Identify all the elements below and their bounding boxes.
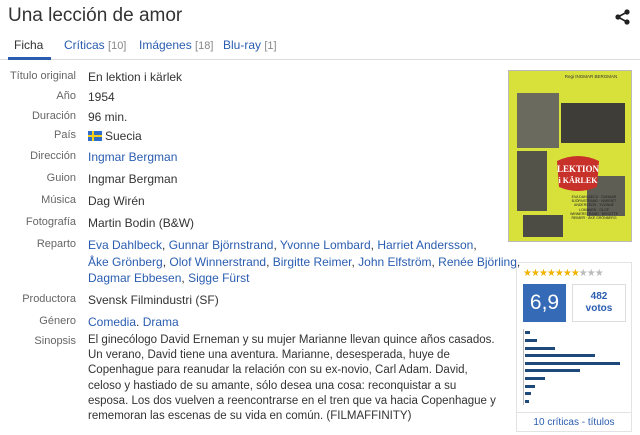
- tab-imagenes[interactable]: Imágenes [18]: [139, 38, 213, 52]
- cast-link[interactable]: Eva Dahlbeck: [88, 238, 162, 252]
- tab-label: Críticas: [64, 38, 105, 52]
- cast-link[interactable]: Sigge Fürst: [188, 271, 249, 285]
- detail-label: Música: [41, 194, 76, 206]
- cast-link[interactable]: Dagmar Ebbesen: [88, 271, 181, 285]
- detail-label: Guion: [46, 172, 76, 184]
- cast-line-3: Dagmar Ebbesen, Sigge Fürst: [88, 271, 250, 285]
- tab-count: [1]: [264, 40, 277, 52]
- film-header: Una lección de amor: [0, 0, 640, 34]
- screenplay-value: Ingmar Bergman: [88, 172, 178, 186]
- poster-title-graphic: LEKTION i KÄRLEK: [557, 156, 600, 191]
- country-name: Suecia: [105, 129, 142, 143]
- star-icon: ★: [578, 268, 588, 279]
- poster-photo: [561, 103, 625, 143]
- poster-credits: EVA DAHLBECK · GUNNAR BJÖRNSTRAND · HARR…: [570, 195, 618, 221]
- star-icon: ★: [562, 268, 572, 279]
- poster-top-text: Regi INGMAR BERGMAN: [564, 74, 618, 79]
- tab-bluray[interactable]: Blu-ray [1]: [223, 38, 277, 52]
- votes-label: votos: [585, 303, 613, 314]
- cast-line-2: Åke Grönberg, Olof Winnerstrand, Birgitt…: [88, 255, 521, 269]
- star-icon: ★: [594, 268, 604, 279]
- active-tab-indicator: [8, 57, 51, 60]
- year-value: 1954: [88, 90, 115, 104]
- histogram-bar: [525, 376, 545, 380]
- tab-criticas[interactable]: Críticas [10]: [64, 38, 126, 52]
- cast-link[interactable]: Åke Grönberg: [88, 255, 163, 269]
- histogram-bar: [525, 354, 595, 358]
- cast-link[interactable]: Birgitte Reimer: [273, 255, 352, 269]
- star-icon: ★: [546, 268, 556, 279]
- detail-label: Título original: [9, 70, 76, 82]
- genre-link[interactable]: Drama: [143, 315, 179, 329]
- detail-label: Reparto: [36, 238, 76, 250]
- cast-link[interactable]: Yvonne Lombard: [280, 238, 371, 252]
- rating-box: ★★★★★★★★★★ 6,9 482 votos 10 críticas - t…: [516, 262, 632, 432]
- movie-poster[interactable]: Regi INGMAR BERGMAN LEKTION i KÄRLEK EVA…: [508, 70, 632, 242]
- photography-value: Martin Bodin (B&W): [88, 216, 195, 230]
- poster-title-line-1: LEKTION: [557, 164, 600, 174]
- cast-link[interactable]: Harriet Andersson: [377, 238, 473, 252]
- histogram-bar: [525, 384, 535, 388]
- detail-label: País: [53, 129, 76, 141]
- tab-label: Blu-ray: [223, 38, 262, 52]
- average-rating: 6,9: [523, 284, 566, 322]
- star-icon: ★: [554, 268, 564, 279]
- cast-link[interactable]: Renée Björling: [438, 255, 517, 269]
- share-icon[interactable]: [614, 8, 632, 26]
- detail-label: Duración: [31, 110, 76, 122]
- detail-label: Productora: [22, 293, 76, 305]
- histogram-bar: [525, 346, 555, 350]
- duration-value: 96 min.: [88, 110, 128, 124]
- tab-label: Ficha: [14, 38, 44, 52]
- votes-count[interactable]: 482 votos: [572, 284, 626, 322]
- director-link[interactable]: Ingmar Bergman: [88, 150, 177, 164]
- tab-ficha[interactable]: Ficha: [14, 38, 43, 52]
- genre-link[interactable]: Comedia: [88, 315, 136, 329]
- music-value: Dag Wirén: [88, 194, 145, 208]
- star-icon: ★: [570, 268, 580, 279]
- producer-value: Svensk Filmindustri (SF): [88, 293, 219, 307]
- critics-link-text[interactable]: 10 críticas - títulos: [533, 417, 614, 428]
- histogram-bar: [525, 331, 530, 335]
- poster-photo: [517, 151, 547, 211]
- cast-link[interactable]: Gunnar Björnstrand: [169, 238, 274, 252]
- critics-link[interactable]: 10 críticas - títulos: [517, 412, 631, 432]
- histogram-bar: [525, 392, 531, 396]
- film-title: Una lección de amor: [8, 5, 183, 26]
- cast-line-1: Eva Dahlbeck, Gunnar Björnstrand, Yvonne…: [88, 238, 477, 252]
- detail-label: Dirección: [30, 150, 76, 162]
- tab-label: Imágenes: [139, 38, 192, 52]
- votes-number: 482: [590, 291, 608, 302]
- histogram-bar: [525, 338, 537, 342]
- detail-label: Fotografía: [25, 216, 76, 228]
- detail-label: Año: [56, 90, 76, 102]
- detail-label: Sinopsis: [34, 335, 76, 347]
- star-icon: ★: [586, 268, 596, 279]
- poster-photo: [517, 93, 559, 148]
- histogram-bar: [525, 361, 620, 365]
- tab-bar: Ficha Críticas [10] Imágenes [18] Blu-ra…: [0, 34, 640, 60]
- detail-label: Género: [39, 315, 76, 327]
- star-icon: ★: [538, 268, 548, 279]
- rating-stars: ★★★★★★★★★★: [523, 268, 604, 279]
- histogram-bar: [525, 369, 580, 373]
- country-value: Suecia: [88, 129, 142, 143]
- rating-histogram[interactable]: [523, 329, 626, 405]
- cast-link[interactable]: Olof Winnerstrand: [169, 255, 266, 269]
- sweden-flag-icon: [88, 131, 102, 141]
- star-icon: ★: [530, 268, 540, 279]
- tab-count: [18]: [195, 40, 214, 52]
- cast-link[interactable]: John Elfström: [358, 255, 431, 269]
- synopsis-text: El ginecólogo David Erneman y su mujer M…: [88, 334, 496, 423]
- poster-title-line-2: i KÄRLEK: [559, 176, 599, 185]
- genre-value: Comedia. Drama: [88, 315, 179, 329]
- tab-count: [10]: [108, 40, 127, 52]
- poster-photo: [523, 215, 563, 237]
- histogram-bar: [525, 399, 529, 403]
- original-title-value: En lektion i kärlek: [88, 70, 183, 84]
- star-icon: ★: [523, 268, 532, 279]
